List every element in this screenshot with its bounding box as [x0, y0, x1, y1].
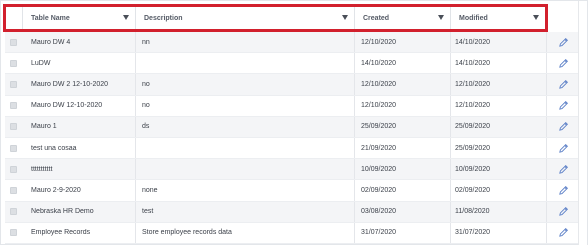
- table-header: Table Name Description Created Modified: [3, 4, 548, 32]
- caret-down-icon[interactable]: [123, 15, 129, 20]
- column-header-description[interactable]: Description: [136, 7, 355, 29]
- cell-modified: 25/09/2020: [450, 116, 546, 137]
- cell-table-name: Nebraska HR Demo: [31, 208, 94, 216]
- cell-modified: 11/08/2020: [450, 201, 546, 222]
- cell-modified: 10/09/2020: [450, 159, 546, 180]
- header-select-column: [6, 7, 23, 29]
- cell-description: ds: [135, 116, 354, 137]
- pencil-icon[interactable]: [558, 164, 569, 175]
- cell-description: [135, 53, 354, 74]
- edit-button[interactable]: [546, 32, 580, 53]
- table-row[interactable]: Mauro 2-9-2020 none 02/09/2020 02/09/202…: [5, 180, 580, 202]
- pencil-icon[interactable]: [558, 100, 569, 111]
- table-row[interactable]: ttttttttttt 10/09/2020 10/09/2020: [5, 159, 580, 181]
- cell-table-name: Mauro DW 4: [31, 38, 71, 46]
- cell-modified: 14/10/2020: [450, 53, 546, 74]
- tables-grid: Table Name Description Created Modified …: [0, 0, 588, 245]
- cell-table-name: test una cosaa: [31, 144, 77, 152]
- cell-description: [135, 159, 354, 180]
- cell-description: no: [135, 95, 354, 116]
- cell-created: 12/10/2020: [354, 74, 450, 95]
- cell-table-name: LuDW: [31, 59, 51, 67]
- cell-table-name: Mauro 2-9-2020: [31, 186, 81, 194]
- caret-down-icon[interactable]: [342, 15, 348, 20]
- cell-table-name: Mauro DW 2 12-10-2020: [31, 80, 109, 88]
- edit-button[interactable]: [546, 222, 580, 243]
- cell-created: 21/09/2020: [354, 137, 450, 159]
- table-row[interactable]: Mauro DW 4 nn 12/10/2020 14/10/2020: [5, 32, 580, 54]
- cell-description: [135, 137, 354, 159]
- cell-table-name: Employee Records: [31, 229, 91, 237]
- cell-created: 12/10/2020: [354, 32, 450, 53]
- vertical-scrollbar[interactable]: [578, 1, 587, 245]
- row-checkbox[interactable]: [10, 165, 17, 173]
- row-checkbox[interactable]: [10, 208, 17, 216]
- cell-modified: 12/10/2020: [450, 74, 546, 95]
- row-checkbox[interactable]: [10, 144, 17, 152]
- cell-description: no: [135, 74, 354, 95]
- table-row[interactable]: Nebraska HR Demo test 03/08/2020 11/08/2…: [5, 201, 580, 223]
- column-header-table-name[interactable]: Table Name: [23, 7, 136, 29]
- cell-description: none: [135, 180, 354, 201]
- row-checkbox[interactable]: [10, 102, 17, 110]
- row-checkbox[interactable]: [10, 59, 17, 67]
- cell-created: 14/10/2020: [354, 53, 450, 74]
- table-body: Mauro DW 4 nn 12/10/2020 14/10/2020 LuDW…: [5, 32, 580, 244]
- caret-down-icon[interactable]: [438, 15, 444, 20]
- pencil-icon[interactable]: [558, 37, 569, 48]
- cell-created: 31/07/2020: [354, 222, 450, 243]
- pencil-icon[interactable]: [558, 79, 569, 90]
- edit-button[interactable]: [546, 137, 580, 159]
- cell-modified: 25/09/2020: [450, 137, 546, 159]
- row-checkbox[interactable]: [10, 38, 17, 46]
- edit-button[interactable]: [546, 159, 580, 180]
- edit-button[interactable]: [546, 53, 580, 74]
- cell-modified: 12/10/2020: [450, 95, 546, 116]
- row-checkbox[interactable]: [10, 123, 17, 131]
- table-row[interactable]: Mauro 1 ds 25/09/2020 25/09/2020: [5, 116, 580, 138]
- cell-created: 03/08/2020: [354, 201, 450, 222]
- column-header-modified[interactable]: Modified: [451, 7, 545, 29]
- cell-description: nn: [135, 32, 354, 53]
- pencil-icon[interactable]: [558, 227, 569, 238]
- cell-table-name: ttttttttttt: [31, 165, 53, 173]
- pencil-icon[interactable]: [558, 143, 569, 154]
- cell-modified: 02/09/2020: [450, 180, 546, 201]
- caret-down-icon[interactable]: [533, 15, 539, 20]
- cell-table-name: Mauro 1: [31, 123, 57, 131]
- edit-button[interactable]: [546, 201, 580, 222]
- column-header-label: Created: [363, 14, 390, 22]
- edit-button[interactable]: [546, 95, 580, 116]
- pencil-icon[interactable]: [558, 121, 569, 132]
- cell-created: 10/09/2020: [354, 159, 450, 180]
- table-row[interactable]: Mauro DW 12-10-2020 no 12/10/2020 12/10/…: [5, 95, 580, 117]
- cell-description: test: [135, 201, 354, 222]
- row-checkbox[interactable]: [10, 186, 17, 194]
- cell-created: 25/09/2020: [354, 116, 450, 137]
- cell-table-name: Mauro DW 12-10-2020: [31, 102, 103, 110]
- pencil-icon[interactable]: [558, 58, 569, 69]
- pencil-icon[interactable]: [558, 206, 569, 217]
- cell-modified: 14/10/2020: [450, 32, 546, 53]
- column-header-label: Description: [144, 14, 183, 22]
- row-checkbox[interactable]: [10, 229, 17, 237]
- column-header-created[interactable]: Created: [355, 7, 451, 29]
- cell-created: 02/09/2020: [354, 180, 450, 201]
- column-header-label: Modified: [459, 14, 488, 22]
- table-row[interactable]: Employee Records Store employee records …: [5, 222, 580, 244]
- cell-description: Store employee records data: [135, 222, 354, 243]
- table-row[interactable]: LuDW 14/10/2020 14/10/2020: [5, 53, 580, 75]
- cell-created: 12/10/2020: [354, 95, 450, 116]
- table-row[interactable]: Mauro DW 2 12-10-2020 no 12/10/2020 12/1…: [5, 74, 580, 96]
- edit-button[interactable]: [546, 74, 580, 95]
- edit-button[interactable]: [546, 180, 580, 201]
- table-row[interactable]: test una cosaa 21/09/2020 25/09/2020: [5, 137, 580, 160]
- edit-button[interactable]: [546, 116, 580, 137]
- cell-modified: 31/07/2020: [450, 222, 546, 243]
- pencil-icon[interactable]: [558, 185, 569, 196]
- column-header-label: Table Name: [31, 14, 70, 22]
- row-checkbox[interactable]: [10, 80, 17, 88]
